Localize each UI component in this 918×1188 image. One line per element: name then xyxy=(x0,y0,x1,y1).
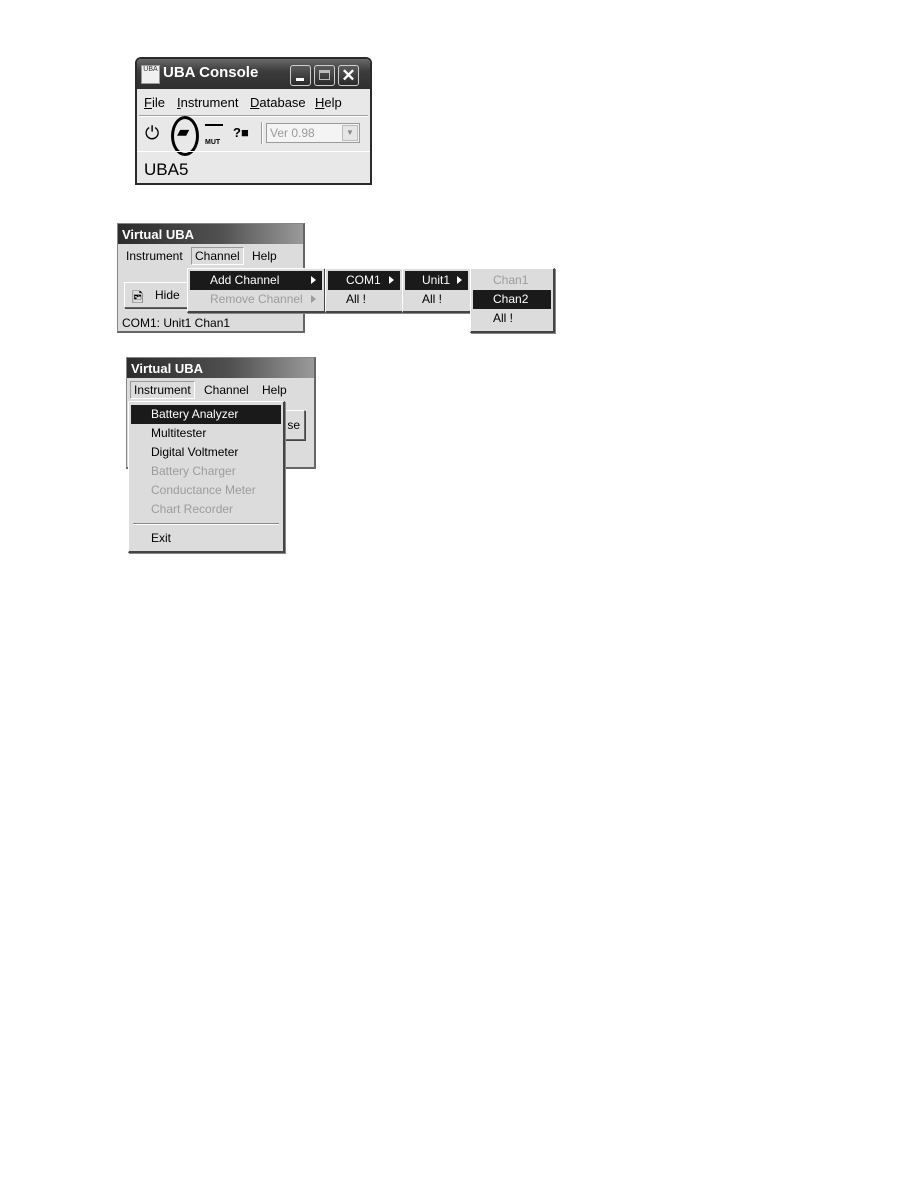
menu-item-label: Chan1 xyxy=(493,273,529,287)
menu-instrument[interactable]: Instrument xyxy=(126,249,183,263)
menu-item-exit[interactable]: Exit xyxy=(131,529,281,548)
menu-item-label: All ! xyxy=(346,292,367,306)
menu-channel[interactable]: Channel xyxy=(204,383,249,397)
chan-menu: Chan1 Chan2 All ! xyxy=(470,268,555,333)
menu-item-label: All ! xyxy=(422,292,443,306)
battery-analyzer-icon[interactable]: ▰ xyxy=(177,122,189,144)
version-value: Ver 0.98 xyxy=(270,126,315,140)
menu-database[interactable]: Database xyxy=(250,95,306,110)
menu-item-battery-charger[interactable]: Battery Charger xyxy=(131,462,281,481)
menu-help[interactable]: Help xyxy=(262,383,287,397)
submenu-arrow-icon xyxy=(457,276,462,284)
multitester-icon[interactable]: MUT xyxy=(205,124,223,146)
menu-file[interactable]: File xyxy=(144,95,165,110)
com-port-menu: COM1 All ! xyxy=(325,268,404,313)
app-icon: UBA xyxy=(141,65,160,84)
menu-item-all[interactable]: All ! xyxy=(405,290,468,309)
minimize-button[interactable] xyxy=(290,65,311,86)
menu-item-chan2[interactable]: Chan2 xyxy=(473,290,551,309)
menu-item-label: Remove Channel xyxy=(210,292,303,306)
power-icon[interactable]: ⏻ xyxy=(145,122,159,144)
hide-icon: 🖻 xyxy=(132,289,144,305)
window-title: Virtual UBA xyxy=(118,224,303,244)
menu-separator xyxy=(133,523,279,525)
menu-item-label: Add Channel xyxy=(210,273,280,287)
menu-item-remove-channel[interactable]: Remove Channel xyxy=(190,290,322,309)
menu-item-com1[interactable]: COM1 xyxy=(328,271,400,290)
menu-file-rest: ile xyxy=(151,95,165,110)
instrument-menu: Battery Analyzer Multitester Digital Vol… xyxy=(128,401,285,553)
menu-help-rest: elp xyxy=(324,95,342,110)
menu-item-conductance-meter[interactable]: Conductance Meter xyxy=(131,481,281,500)
menu-bar: Instrument Channel Help xyxy=(118,246,303,266)
maximize-button[interactable] xyxy=(314,65,335,86)
menu-item-all[interactable]: All ! xyxy=(328,290,400,309)
help-icon[interactable]: ?■ xyxy=(233,122,249,144)
menu-item-label: Chan2 xyxy=(493,292,529,306)
menu-item-battery-analyzer[interactable]: Battery Analyzer xyxy=(131,405,281,424)
uba-console-window: UBA UBA Console ✕ File Instrument Databa… xyxy=(135,57,372,185)
menu-item-label: Battery Analyzer xyxy=(151,407,239,421)
menu-item-chan1[interactable]: Chan1 xyxy=(473,271,551,290)
menu-item-chart-recorder[interactable]: Chart Recorder xyxy=(131,500,281,519)
menu-separator xyxy=(139,115,368,117)
menu-item-label: Battery Charger xyxy=(151,464,236,478)
menu-item-label: All ! xyxy=(493,311,514,325)
menu-item-label: Exit xyxy=(151,531,172,545)
menu-bar: Instrument Channel Help xyxy=(127,380,314,400)
menu-item-label: Multitester xyxy=(151,426,207,440)
button-label: se xyxy=(287,418,300,432)
menu-item-all[interactable]: All ! xyxy=(473,309,551,328)
version-dropdown[interactable]: Ver 0.98 ▼ xyxy=(266,123,360,143)
menu-instrument[interactable]: Instrument xyxy=(130,381,195,399)
channel-status: COM1: Unit1 Chan1 xyxy=(122,316,231,330)
menu-item-label: Digital Voltmeter xyxy=(151,445,239,459)
channel-menu: Add Channel Remove Channel xyxy=(187,268,326,313)
dropdown-arrow-icon[interactable]: ▼ xyxy=(342,125,358,141)
menu-item-digital-voltmeter[interactable]: Digital Voltmeter xyxy=(131,443,281,462)
submenu-arrow-icon xyxy=(311,295,316,303)
menu-channel[interactable]: Channel xyxy=(191,247,244,265)
menu-item-unit1[interactable]: Unit1 xyxy=(405,271,468,290)
menu-item-label: Unit1 xyxy=(422,273,451,287)
title-bar[interactable]: UBA UBA Console ✕ xyxy=(137,59,370,89)
window-title: Virtual UBA xyxy=(127,358,314,378)
menu-item-add-channel[interactable]: Add Channel xyxy=(190,271,322,290)
menu-database-rest: atabase xyxy=(259,95,306,110)
menu-item-multitester[interactable]: Multitester xyxy=(131,424,281,443)
menu-bar: File Instrument Database Help xyxy=(137,92,370,112)
hide-label: Hide xyxy=(155,288,180,302)
toolbar-separator xyxy=(261,122,263,144)
instrument-label: UBA5 xyxy=(144,160,189,179)
submenu-arrow-icon xyxy=(389,276,394,284)
hide-button[interactable]: 🖻 Hide xyxy=(124,282,188,308)
menu-instrument[interactable]: Instrument xyxy=(177,95,238,110)
menu-item-label: Conductance Meter xyxy=(151,483,256,497)
status-divider xyxy=(137,151,370,152)
menu-instrument-rest: nstrument xyxy=(180,95,239,110)
menu-help[interactable]: Help xyxy=(315,95,342,110)
window-title: UBA Console xyxy=(163,64,259,81)
submenu-arrow-icon xyxy=(311,276,316,284)
menu-item-label: Chart Recorder xyxy=(151,502,234,516)
unit-menu: Unit1 All ! xyxy=(402,268,472,313)
toolbar: ⏻ ▰ MUT ?■ Ver 0.98 ▼ xyxy=(137,116,370,156)
close-button[interactable]: ✕ xyxy=(338,65,359,86)
menu-item-label: COM1 xyxy=(346,273,381,287)
menu-help[interactable]: Help xyxy=(252,249,277,263)
